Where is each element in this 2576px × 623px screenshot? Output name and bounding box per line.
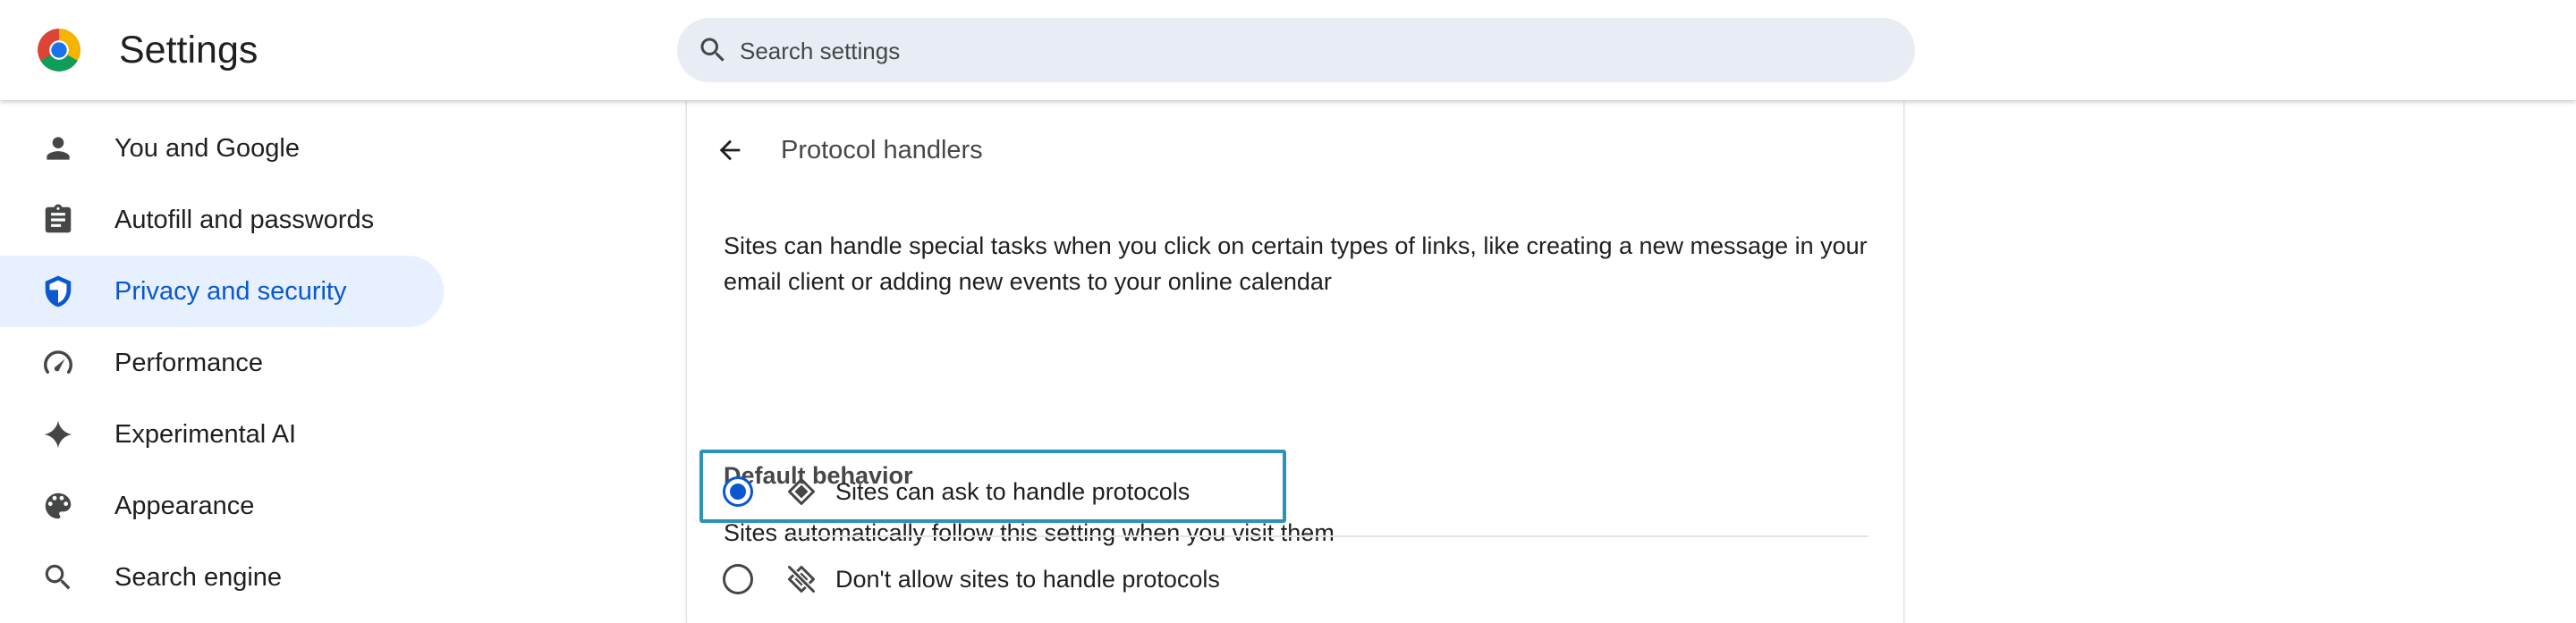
sidebar-item-performance[interactable]: Performance [0,327,444,399]
sidebar-item-label: Search engine [114,563,283,592]
sidebar-item-experimental-ai[interactable]: Experimental AI [0,399,444,470]
radio-option-label: Don't allow sites to handle protocols [835,566,1220,593]
chrome-logo-icon [38,29,80,72]
palette-icon [45,493,72,519]
sidebar-item-label: Privacy and security [114,277,347,306]
sidebar-item-appearance[interactable]: Appearance [0,470,444,542]
search-box[interactable] [677,18,1915,84]
header-bar: Settings [0,0,2576,100]
sidebar-item-autofill[interactable]: Autofill and passwords [0,184,444,256]
radio-option-allow-ask[interactable]: Sites can ask to handle protocols [687,456,1903,527]
protocol-handler-icon [788,478,815,505]
sidebar-item-search-engine[interactable]: Search engine [0,542,444,613]
sidebar-item-label: Experimental AI [114,420,297,449]
option-divider [788,535,1868,537]
sidebar-item-privacy-and-security[interactable]: Privacy and security [0,256,444,327]
sidebar-item-label: Appearance [114,492,255,520]
app-title: Settings [119,29,258,72]
sidebar: You and Google Autofill and passwords Pr… [0,100,447,623]
radio-button-selected[interactable] [723,476,753,507]
search-icon [45,564,71,590]
page-description: Sites can handle special tasks when you … [724,232,1868,295]
sparkle-icon [44,420,72,449]
sidebar-item-label: Performance [114,349,264,377]
search-icon [700,38,724,62]
speedometer-icon [44,350,72,375]
clipboard-icon [45,204,72,233]
back-button[interactable] [707,127,753,173]
sidebar-item-label: Autofill and passwords [114,206,375,234]
back-arrow-icon [719,139,741,161]
shield-icon [45,275,72,307]
sidebar-item-label: You and Google [114,134,300,163]
radio-option-block[interactable]: Don't allow sites to handle protocols [687,543,1903,615]
sidebar-item-you-and-google[interactable]: You and Google [0,113,444,184]
person-icon [47,137,70,160]
search-input[interactable] [738,18,1886,84]
radio-button-unselected[interactable] [723,564,753,594]
radio-option-label: Sites can ask to handle protocols [835,478,1191,505]
protocol-handler-off-icon [787,565,816,594]
page-title: Protocol handlers [781,136,983,164]
protocol-handlers-card: Protocol handlers Sites can handle speci… [687,100,1903,623]
